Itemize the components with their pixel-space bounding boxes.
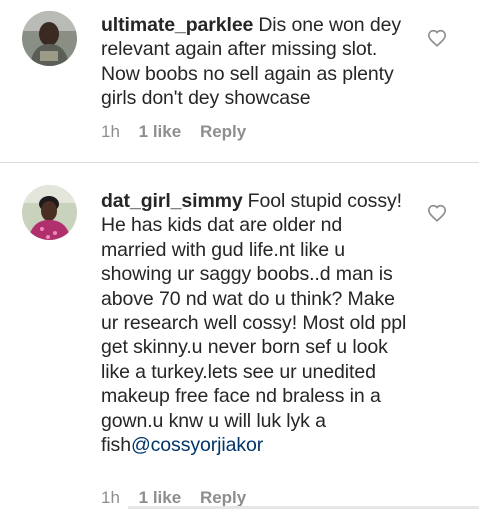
comment-likes[interactable]: 1 like [139,122,182,141]
comment-body: Fool stupid cossy! He has kids dat are o… [101,190,407,457]
comment-text: ultimate_parklee Dis one won dey relevant… [101,13,411,111]
comment-likes[interactable]: 1 like [139,488,182,507]
comment-time: 1h [101,488,120,507]
avatar[interactable] [22,11,77,66]
comment-meta: 1h 1 like Reply [101,488,260,508]
comment-item: dat_girl_simmy Fool stupid cossy! He has … [0,163,479,509]
comment-item: ultimate_parklee Dis one won dey relevant… [0,0,479,162]
reply-button[interactable]: Reply [200,122,246,141]
comment-time: 1h [101,122,120,141]
comment-username[interactable]: ultimate_parklee [101,14,253,36]
heart-outline-icon[interactable] [427,204,447,222]
avatar-image [22,185,77,240]
comment-text: dat_girl_simmy Fool stupid cossy! He has … [101,189,411,457]
mention-link[interactable]: @cossyorjiakor [131,434,263,456]
avatar[interactable] [22,185,77,240]
comment-username[interactable]: dat_girl_simmy [101,190,243,212]
comment-meta: 1h 1 like Reply [101,122,260,142]
avatar-image [22,11,77,66]
heart-outline-icon[interactable] [427,29,447,47]
reply-button[interactable]: Reply [200,488,246,507]
